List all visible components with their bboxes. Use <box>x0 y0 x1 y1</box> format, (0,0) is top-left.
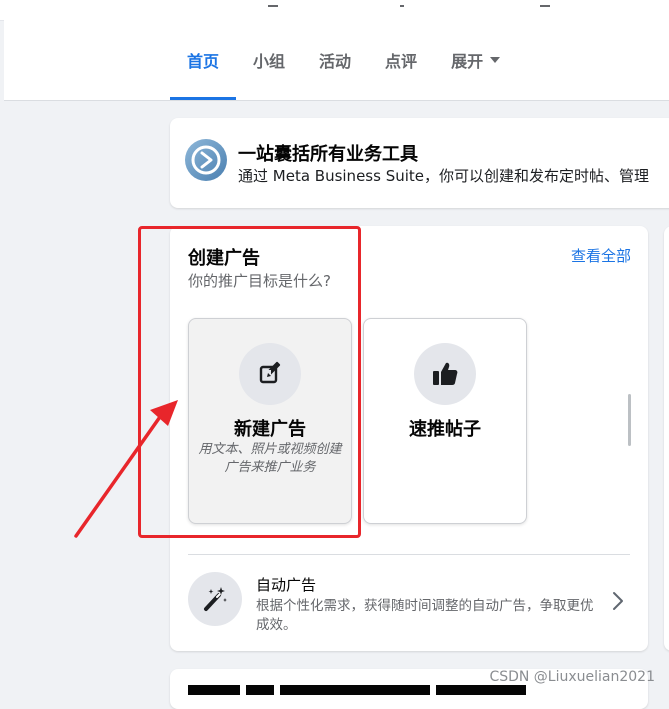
magic-wand-icon <box>188 572 242 626</box>
tab-label: 展开 <box>451 52 484 71</box>
create-ad-card: 创建广告 你的推广目标是什么? 查看全部 新建广告 用文本、照片或视频创建广告来… <box>170 226 648 651</box>
new-ad-description: 用文本、照片或视频创建广告来推广业务 <box>198 442 342 475</box>
create-ad-subtitle: 你的推广目标是什么? <box>188 272 331 290</box>
tab-groups[interactable]: 小组 <box>236 20 302 100</box>
tab-events[interactable]: 活动 <box>302 20 368 100</box>
automated-ads-title: 自动广告 <box>256 576 317 594</box>
tab-reviews[interactable]: 点评 <box>368 20 434 100</box>
boost-post-option[interactable]: 速推帖子 <box>363 318 527 524</box>
tab-label: 小组 <box>253 52 286 71</box>
business-suite-card[interactable]: 一站囊括所有业务工具 通过 Meta Business Suite，你可以创建和… <box>170 118 669 208</box>
boost-post-title: 速推帖子 <box>409 419 481 440</box>
chevron-right-icon <box>613 592 623 610</box>
new-ad-title: 新建广告 <box>234 419 306 440</box>
automated-ads-description: 根据个性化需求，获得随时间调整的自动广告，争取更优成效。 <box>256 598 594 633</box>
page-tabs: 首页 小组 活动 点评 展开 <box>170 20 517 100</box>
tab-home[interactable]: 首页 <box>170 20 237 100</box>
tab-label: 首页 <box>187 52 220 71</box>
meta-business-suite-icon <box>185 139 227 181</box>
cut-off-text <box>268 0 278 7</box>
business-suite-description: 通过 Meta Business Suite，你可以创建和发布定时帖、管理 <box>238 167 650 185</box>
tab-label: 活动 <box>319 52 352 71</box>
tab-more[interactable]: 展开 <box>434 20 517 100</box>
new-ad-option[interactable]: 新建广告 用文本、照片或视频创建广告来推广业务 <box>188 318 352 524</box>
caret-down-icon <box>490 57 501 63</box>
automated-ads-row[interactable]: 自动广告 根据个性化需求，获得随时间调整的自动广告，争取更优成效。 <box>170 555 648 651</box>
cut-off-text <box>540 0 550 7</box>
carousel-scroll-indicator[interactable] <box>628 394 631 446</box>
see-all-link[interactable]: 查看全部 <box>571 245 631 266</box>
cut-off-heading <box>188 685 532 706</box>
top-strip <box>0 0 669 21</box>
edit-icon <box>239 343 301 405</box>
tab-label: 点评 <box>385 52 418 71</box>
business-suite-title: 一站囊括所有业务工具 <box>238 144 418 165</box>
thumbs-up-icon <box>414 343 476 405</box>
watermark: CSDN @Liuxuelian2021 <box>489 669 655 685</box>
side-card-edge <box>664 226 669 651</box>
cut-off-text <box>400 0 404 7</box>
create-ad-title: 创建广告 <box>188 248 260 269</box>
